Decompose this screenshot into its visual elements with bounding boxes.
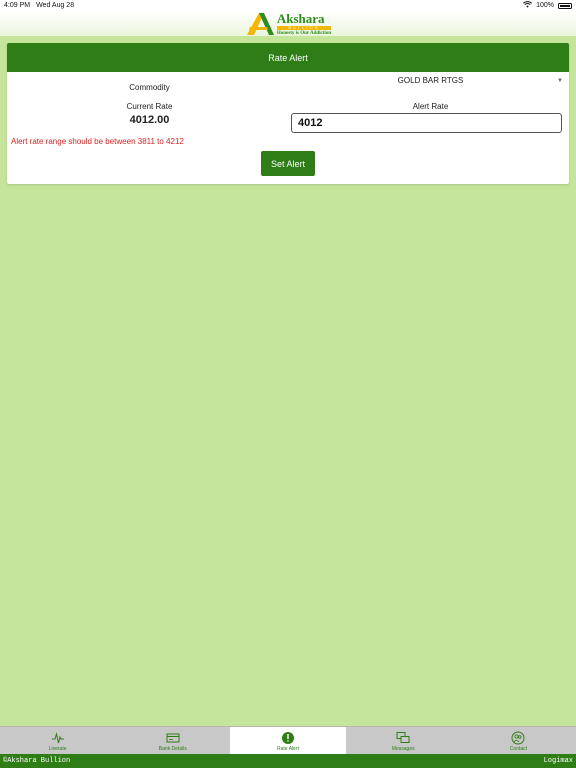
status-bar: 4:09 PM Wed Aug 28 100%: [0, 0, 576, 11]
tab-label: Liverate: [48, 746, 67, 752]
alert-rate-input[interactable]: [291, 113, 562, 133]
tab-bar: Liverate Bank Details Rate Alert Message…: [0, 726, 576, 754]
battery-icon: [558, 2, 572, 9]
brand-tagline: Honesty is Our Addiction: [276, 30, 332, 36]
messages-icon: [396, 732, 410, 743]
tab-contact[interactable]: Contact: [461, 727, 576, 754]
tab-rate-alert[interactable]: Rate Alert: [230, 727, 346, 754]
brand-sub: BULLION: [276, 25, 332, 30]
tab-label: Contact: [509, 746, 528, 752]
commodity-label: Commodity: [129, 83, 170, 92]
footer: ©Akshara Bullion Logimax: [0, 754, 576, 768]
tab-liverate[interactable]: Liverate: [0, 727, 115, 754]
error-message: Alert rate range should be between 3811 …: [11, 137, 184, 146]
current-rate-label: Current Rate: [126, 102, 173, 111]
status-time: 4:09 PM: [4, 2, 31, 9]
alert-rate-label: Alert Rate: [412, 102, 449, 111]
brand-logo: Akshara BULLION Honesty is Our Addiction: [245, 10, 332, 36]
app-header: Akshara BULLION Honesty is Our Addiction: [0, 11, 576, 36]
chevron-down-icon[interactable]: ▼: [557, 78, 563, 84]
rate-alert-title: Rate Alert: [7, 43, 569, 72]
wifi-icon: [523, 1, 533, 10]
brand-name: Akshara: [276, 10, 325, 26]
tab-label: Rate Alert: [277, 746, 299, 752]
status-date: Wed Aug 28: [36, 2, 75, 9]
battery-percent: 100%: [536, 2, 554, 9]
tab-label: Messages: [391, 746, 415, 752]
set-alert-button[interactable]: Set Alert: [261, 151, 315, 176]
rate-alert-card: Rate Alert Commodity GOLD BAR RTGS ▼ Cur…: [7, 43, 569, 184]
tab-label: Bank Details: [158, 746, 187, 752]
commodity-select[interactable]: GOLD BAR RTGS: [292, 76, 569, 90]
card-icon: [166, 733, 180, 743]
tab-messages[interactable]: Messages: [346, 727, 461, 754]
contact-icon: [511, 731, 525, 745]
tab-bank-details[interactable]: Bank Details: [115, 727, 230, 754]
logo-mark-icon: [246, 12, 274, 35]
footer-copyright: ©Akshara Bullion: [3, 757, 71, 765]
alert-icon: [282, 732, 294, 744]
footer-vendor: Logimax: [543, 757, 573, 765]
pulse-icon: [51, 732, 64, 744]
current-rate-value: 4012.00: [129, 114, 170, 126]
